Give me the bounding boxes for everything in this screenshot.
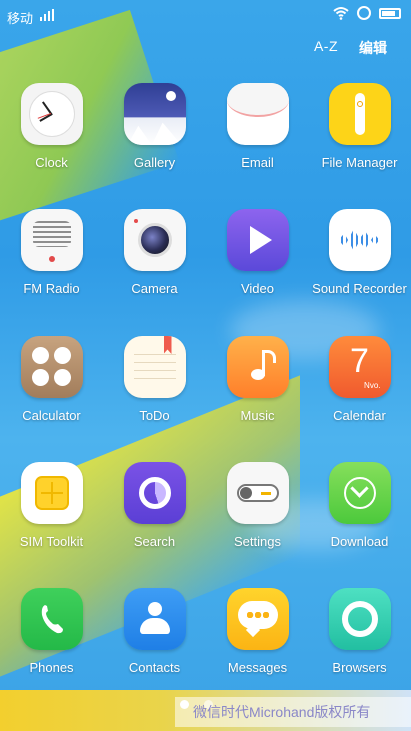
app-label: Calculator (22, 408, 81, 423)
settings-icon (226, 462, 289, 524)
app-label: Messages (227, 660, 288, 675)
email-icon (226, 83, 289, 145)
app-music[interactable]: Music (206, 336, 309, 423)
app-file-manager[interactable]: File Manager (308, 83, 411, 170)
camera-icon (123, 209, 186, 271)
download-icon (328, 462, 391, 524)
recorder-icon (328, 209, 391, 271)
watermark: 微信时代Microhand版权所有 (175, 697, 411, 727)
app-contacts[interactable]: Contacts (103, 588, 206, 675)
app-label: Settings (234, 534, 281, 549)
app-browsers[interactable]: Browsers (308, 588, 411, 675)
app-gallery[interactable]: Gallery (103, 83, 206, 170)
app-label: Video (240, 281, 274, 296)
calculator-icon (20, 336, 83, 398)
app-label: FM Radio (23, 281, 80, 296)
app-messages[interactable]: Messages (206, 588, 309, 675)
app-label: Contacts (128, 660, 181, 675)
alarm-icon (357, 6, 371, 20)
carrier-label: 移动 (7, 11, 34, 26)
sim-icon (20, 462, 83, 524)
edit-button[interactable]: 编辑 (359, 38, 387, 58)
battery-icon (379, 7, 401, 19)
app-fm-radio[interactable]: FM Radio (0, 209, 103, 296)
calendar-month: Nvo. (364, 381, 381, 390)
app-calculator[interactable]: Calculator (0, 336, 103, 423)
todo-icon (123, 336, 186, 398)
app-label: Search (133, 534, 176, 549)
app-settings[interactable]: Settings (206, 462, 309, 549)
sort-az-button[interactable]: A-Z (314, 38, 338, 54)
status-bar: 移动 (0, 0, 411, 32)
app-label: Phones (29, 660, 74, 675)
search-icon (123, 462, 186, 524)
app-label: File Manager (321, 155, 398, 170)
app-clock[interactable]: Clock (0, 83, 103, 170)
app-label: ToDo (139, 408, 170, 423)
app-label: Email (241, 155, 274, 170)
browser-icon (328, 588, 391, 650)
calendar-day: 7 (350, 342, 369, 380)
app-label: Calendar (333, 408, 386, 423)
app-label: Sound Recorder (312, 281, 407, 296)
app-download[interactable]: Download (308, 462, 411, 549)
app-label: Music (240, 408, 275, 423)
video-icon (226, 209, 289, 271)
app-camera[interactable]: Camera (103, 209, 206, 296)
app-phones[interactable]: Phones (0, 588, 103, 675)
app-label: Clock (35, 155, 68, 170)
top-bar: A-Z 编辑 (0, 38, 411, 58)
app-label: Gallery (133, 155, 176, 170)
app-calendar[interactable]: 7 Nvo. Calendar (308, 336, 411, 423)
app-label: Browsers (332, 660, 387, 675)
app-email[interactable]: Email (206, 83, 309, 170)
gallery-icon (123, 83, 186, 145)
file-manager-icon (328, 83, 391, 145)
clock-icon (20, 83, 83, 145)
app-sim-toolkit[interactable]: SIM Toolkit (0, 462, 103, 549)
app-label: Camera (131, 281, 178, 296)
signal-icon (40, 9, 54, 21)
contacts-icon (123, 588, 186, 650)
app-label: Download (330, 534, 389, 549)
calendar-icon: 7 Nvo. (328, 336, 391, 398)
app-search[interactable]: Search (103, 462, 206, 549)
radio-icon (20, 209, 83, 271)
music-icon (226, 336, 289, 398)
messages-icon (226, 588, 289, 650)
app-sound-recorder[interactable]: Sound Recorder (308, 209, 411, 296)
wifi-icon (333, 7, 349, 20)
app-video[interactable]: Video (206, 209, 309, 296)
phone-icon (20, 588, 83, 650)
app-label: SIM Toolkit (19, 534, 84, 549)
app-todo[interactable]: ToDo (103, 336, 206, 423)
